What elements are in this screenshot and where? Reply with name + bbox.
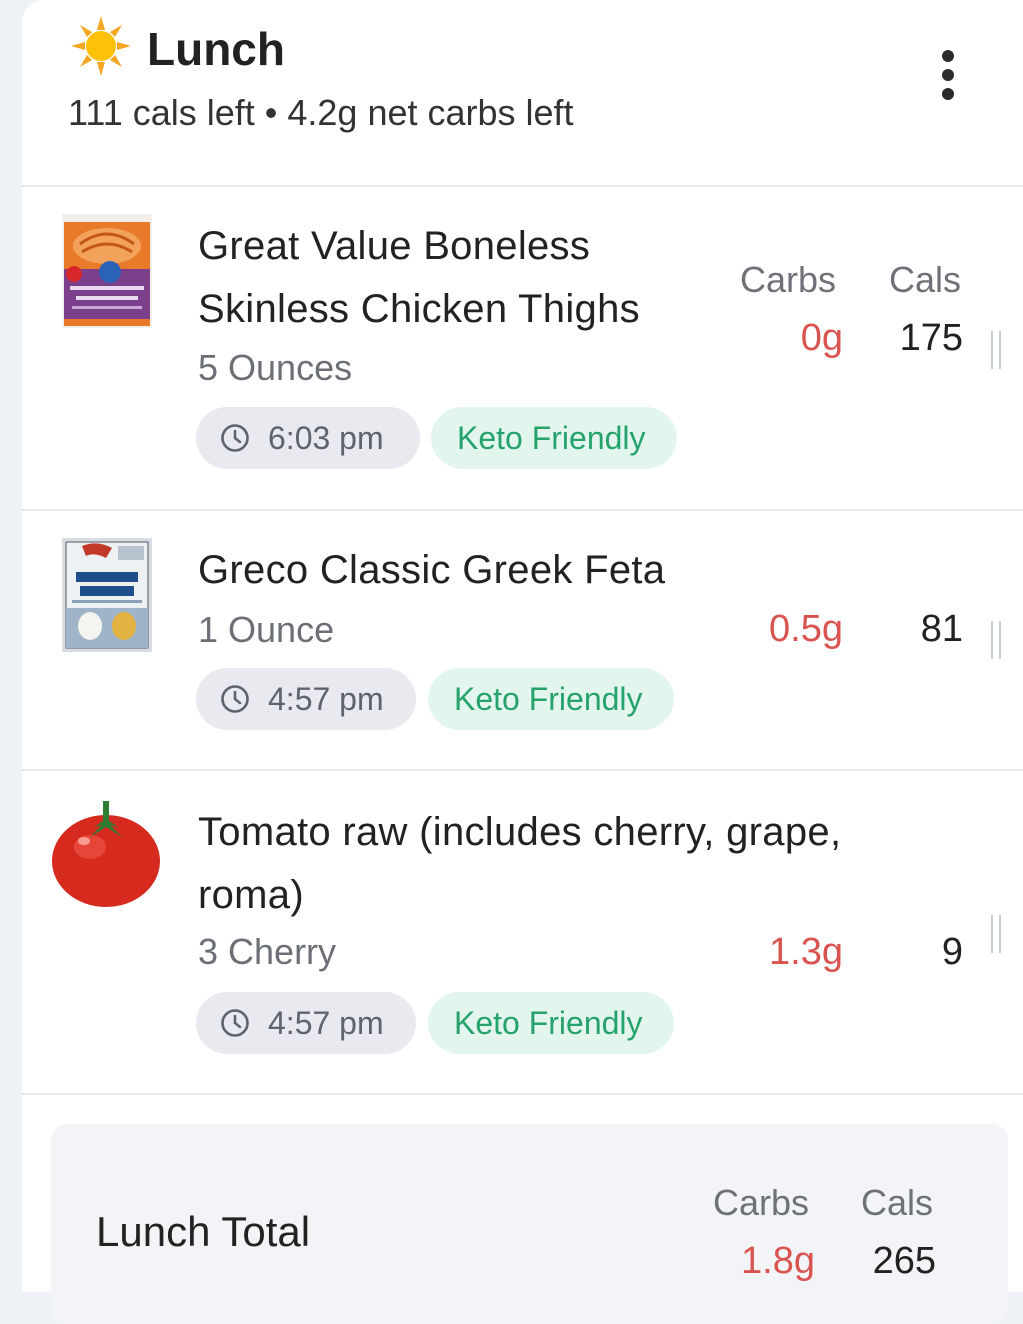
drag-handle-icon[interactable] xyxy=(991,621,1001,659)
total-carbs-value: 1.8g xyxy=(741,1240,815,1282)
total-label: Lunch Total xyxy=(96,1208,311,1255)
cals-value: 175 xyxy=(899,317,963,359)
tomato-image xyxy=(52,801,160,907)
keto-friendly-badge: Keto Friendly xyxy=(428,668,674,730)
more-options-icon[interactable] xyxy=(934,50,962,102)
food-name: Tomato raw (includes cherry, grape, roma… xyxy=(198,810,842,917)
cals-column-header: Cals xyxy=(889,259,962,300)
cals-value: 81 xyxy=(920,608,963,650)
total-cals-header: Cals xyxy=(861,1182,934,1223)
clock-icon xyxy=(221,685,249,713)
time-label: 4:57 pm xyxy=(268,1004,384,1041)
clock-icon xyxy=(221,424,249,452)
cals-value: 9 xyxy=(941,931,963,973)
chicken-package-image xyxy=(62,214,152,328)
feta-package-image xyxy=(62,538,152,652)
time-label: 4:57 pm xyxy=(268,680,384,717)
sun-icon xyxy=(71,16,131,76)
keto-friendly-badge: Keto Friendly xyxy=(428,992,674,1054)
carbs-column-header: Carbs xyxy=(740,259,837,300)
total-cals-value: 265 xyxy=(872,1240,936,1282)
carbs-value: 1.3g xyxy=(769,931,843,973)
time-badge: 4:57 pm xyxy=(196,992,416,1054)
serving-size: 5 Ounces xyxy=(198,347,353,388)
total-carbs-header: Carbs xyxy=(713,1182,810,1223)
time-badge: 6:03 pm xyxy=(196,407,420,469)
meal-title: Lunch xyxy=(147,23,285,75)
meal-total-panel: Lunch Total Carbs Cals 1.8g 265 xyxy=(51,1124,1008,1324)
food-name: Greco Classic Greek Feta xyxy=(198,548,666,592)
food-entry[interactable]: Greco Classic Greek Feta 1 Ounce 4:57 pm… xyxy=(22,511,1023,771)
meal-card: Lunch 111 cals left • 4.2g net carbs lef… xyxy=(22,0,1023,1324)
meal-header: Lunch 111 cals left • 4.2g net carbs lef… xyxy=(22,0,1023,187)
food-name: Great Value Boneless Skinless Chicken Th… xyxy=(198,224,640,331)
keto-friendly-badge: Keto Friendly xyxy=(431,407,677,469)
meal-remaining-summary: 111 cals left • 4.2g net carbs left xyxy=(68,92,574,133)
food-entry[interactable]: Tomato raw (includes cherry, grape, roma… xyxy=(22,771,1023,1095)
carbs-value: 0g xyxy=(800,317,843,359)
time-badge: 4:57 pm xyxy=(196,668,416,730)
drag-handle-icon[interactable] xyxy=(991,331,1001,369)
clock-icon xyxy=(221,1009,249,1037)
carbs-value: 0.5g xyxy=(769,608,843,650)
food-entry[interactable]: Great Value Boneless Skinless Chicken Th… xyxy=(22,187,1023,511)
serving-size: 3 Cherry xyxy=(198,931,337,972)
time-label: 6:03 pm xyxy=(268,419,384,456)
serving-size: 1 Ounce xyxy=(198,609,335,650)
drag-handle-icon[interactable] xyxy=(991,915,1001,953)
